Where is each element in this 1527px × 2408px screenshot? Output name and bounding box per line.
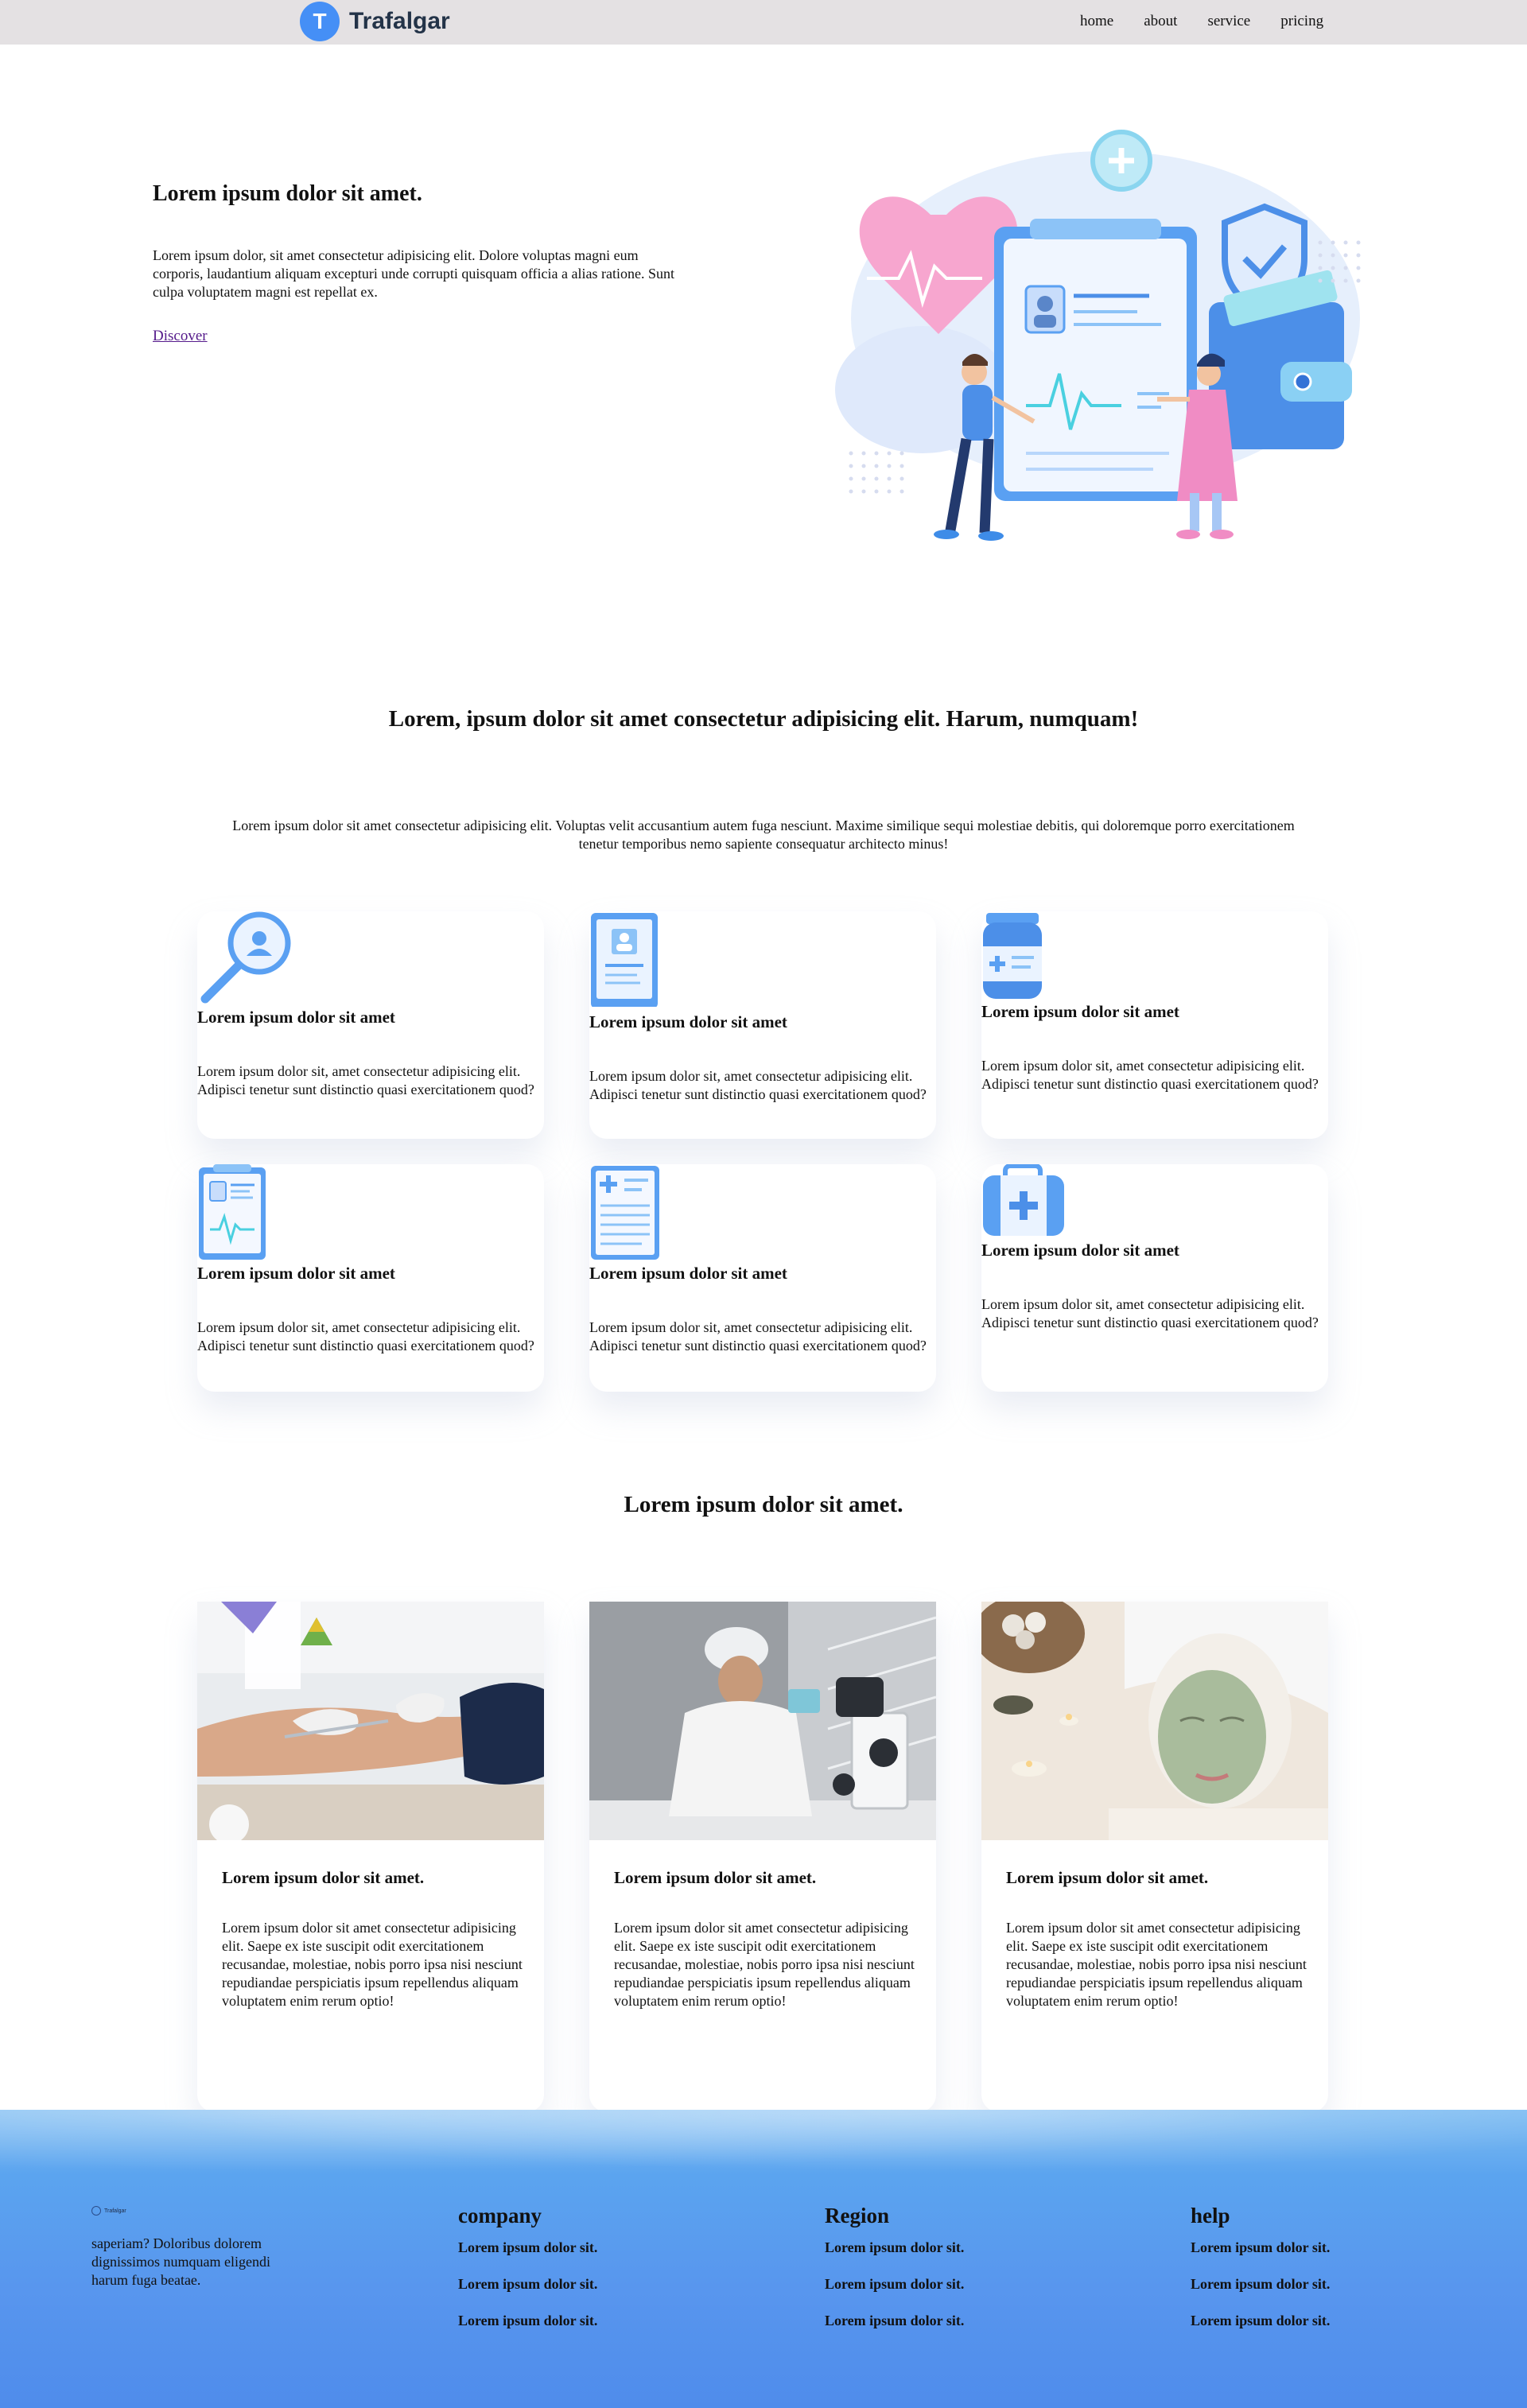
footer-column-title: company: [458, 2204, 542, 2227]
footer-brand[interactable]: Trafalgar: [91, 2206, 126, 2216]
search-doctor-icon: [200, 911, 291, 1004]
article-card[interactable]: Lorem ipsum dolor sit amet. Lorem ipsum …: [197, 1602, 544, 2112]
brand-logo[interactable]: T Trafalgar: [300, 2, 450, 41]
logo-mark: T: [300, 2, 340, 41]
brand-name: Trafalgar: [349, 8, 450, 34]
service-card-text: Lorem ipsum dolor sit, amet consectetur …: [589, 1068, 927, 1102]
services-section-text: Lorem ipsum dolor sit amet consectetur a…: [232, 818, 1295, 852]
service-card[interactable]: Lorem ipsum dolor sit amet Lorem ipsum d…: [589, 1164, 936, 1392]
service-card[interactable]: Lorem ipsum dolor sit amet Lorem ipsum d…: [197, 1164, 544, 1392]
clipboard-pulse-icon: [199, 1164, 266, 1260]
footer-link[interactable]: Lorem ipsum dolor sit.: [458, 2239, 597, 2256]
service-card[interactable]: Lorem ipsum dolor sit amet Lorem ipsum d…: [981, 1164, 1328, 1392]
service-card-title: Lorem ipsum dolor sit amet: [589, 1264, 787, 1283]
hero-medical-illustration: [835, 130, 1361, 541]
footer-column-region: Region Lorem ipsum dolor sit. Lorem ipsu…: [825, 2204, 964, 2348]
article-card[interactable]: Lorem ipsum dolor sit amet. Lorem ipsum …: [589, 1602, 936, 2112]
footer-column-help: help Lorem ipsum dolor sit. Lorem ipsum …: [1191, 2204, 1330, 2348]
service-card[interactable]: Lorem ipsum dolor sit amet Lorem ipsum d…: [589, 911, 936, 1139]
service-card-title: Lorem ipsum dolor sit amet: [981, 1241, 1179, 1260]
footer-column-company: company Lorem ipsum dolor sit. Lorem ips…: [458, 2204, 597, 2348]
service-card-title: Lorem ipsum dolor sit amet: [589, 1012, 787, 1031]
footer-brand-name: Trafalgar: [104, 2208, 126, 2214]
footer-text: saperiam? Doloribus dolorem dignissimos …: [91, 2235, 270, 2288]
article-card-title: Lorem ipsum dolor sit amet.: [1006, 1868, 1209, 1887]
service-card-title: Lorem ipsum dolor sit amet: [197, 1008, 395, 1027]
spa-facial-photo: [981, 1602, 1328, 1840]
footer-link[interactable]: Lorem ipsum dolor sit.: [458, 2275, 597, 2293]
footer-link[interactable]: Lorem ipsum dolor sit.: [825, 2312, 964, 2329]
footer-column-title: Region: [825, 2204, 889, 2227]
nav-link-about[interactable]: about: [1144, 13, 1177, 30]
footer: Trafalgar saperiam? Doloribus dolorem di…: [0, 2110, 1527, 2408]
footer-glow: [0, 2110, 1527, 2181]
footer-link[interactable]: Lorem ipsum dolor sit.: [1191, 2275, 1330, 2293]
tablet-profile-icon: [591, 913, 658, 1007]
service-card-title: Lorem ipsum dolor sit amet: [197, 1264, 395, 1283]
service-card-text: Lorem ipsum dolor sit, amet consectetur …: [197, 1319, 534, 1354]
article-card-text: Lorem ipsum dolor sit amet consectetur a…: [222, 1920, 523, 2009]
footer-column-title: help: [1191, 2204, 1230, 2227]
services-section-title: Lorem, ipsum dolor sit amet consectetur …: [388, 706, 1139, 732]
service-card-text: Lorem ipsum dolor sit, amet consectetur …: [981, 1058, 1319, 1092]
footer-logo-icon: [91, 2206, 101, 2216]
nav-link-service[interactable]: service: [1207, 13, 1250, 30]
service-card-text: Lorem ipsum dolor sit, amet consectetur …: [589, 1319, 927, 1354]
articles-section-title: Lorem ipsum dolor sit amet.: [624, 1492, 903, 1517]
service-card-text: Lorem ipsum dolor sit, amet consectetur …: [197, 1063, 534, 1097]
service-card[interactable]: Lorem ipsum dolor sit amet Lorem ipsum d…: [197, 911, 544, 1139]
hero-text: Lorem ipsum dolor, sit amet consectetur …: [153, 247, 674, 300]
article-card-text: Lorem ipsum dolor sit amet consectetur a…: [1006, 1920, 1307, 2009]
service-card-text: Lorem ipsum dolor sit, amet consectetur …: [981, 1296, 1319, 1330]
hero-title: Lorem ipsum dolor sit amet.: [153, 181, 422, 206]
article-card-title: Lorem ipsum dolor sit amet.: [222, 1868, 425, 1887]
blood-test-photo: [197, 1602, 544, 1840]
service-card-title: Lorem ipsum dolor sit amet: [981, 1002, 1179, 1021]
discover-link[interactable]: Discover: [153, 328, 208, 345]
medicine-bottle-icon: [983, 913, 1042, 999]
footer-link[interactable]: Lorem ipsum dolor sit.: [825, 2275, 964, 2293]
lab-microscope-photo: [589, 1602, 936, 1840]
article-card-text: Lorem ipsum dolor sit amet consectetur a…: [614, 1920, 915, 2009]
article-card[interactable]: Lorem ipsum dolor sit amet. Lorem ipsum …: [981, 1602, 1328, 2112]
footer-link[interactable]: Lorem ipsum dolor sit.: [1191, 2312, 1330, 2329]
footer-link[interactable]: Lorem ipsum dolor sit.: [1191, 2239, 1330, 2256]
article-card-title: Lorem ipsum dolor sit amet.: [614, 1868, 817, 1887]
nav-links: home about service pricing: [1080, 13, 1354, 30]
medical-report-icon: [591, 1166, 659, 1260]
nav-link-home[interactable]: home: [1080, 13, 1113, 30]
footer-link[interactable]: Lorem ipsum dolor sit.: [825, 2239, 964, 2256]
service-card[interactable]: Lorem ipsum dolor sit amet Lorem ipsum d…: [981, 911, 1328, 1139]
top-nav: T Trafalgar home about service pricing: [0, 0, 1527, 45]
footer-link[interactable]: Lorem ipsum dolor sit.: [458, 2312, 597, 2329]
nav-link-pricing[interactable]: pricing: [1280, 13, 1323, 30]
